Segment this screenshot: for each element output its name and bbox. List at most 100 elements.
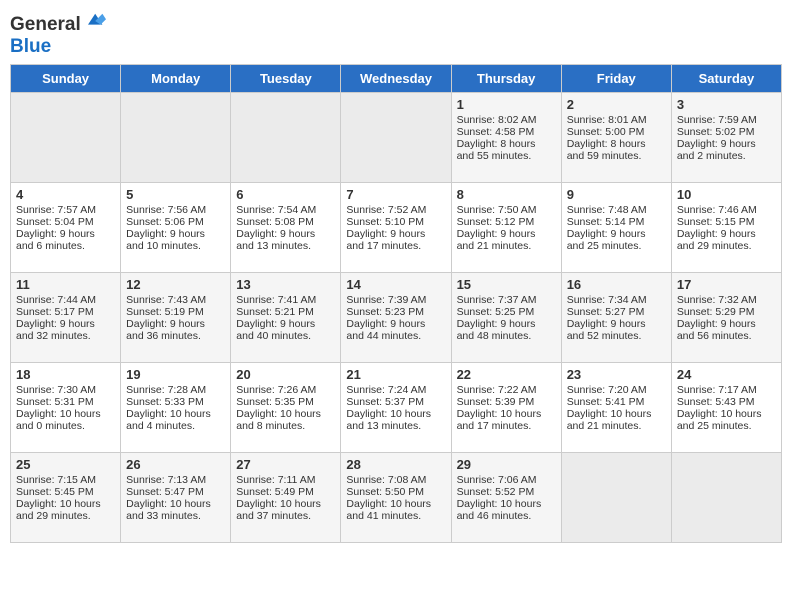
calendar-cell: 27Sunrise: 7:11 AMSunset: 5:49 PMDayligh…	[231, 452, 341, 542]
cell-info-line: Daylight: 10 hours	[236, 498, 335, 510]
cell-info-line: Sunset: 5:25 PM	[457, 306, 556, 318]
cell-info-line: Sunset: 5:43 PM	[677, 396, 776, 408]
cell-info-line: Daylight: 10 hours	[346, 408, 445, 420]
cell-info-line: Sunrise: 8:01 AM	[567, 114, 666, 126]
cell-info-line: Sunset: 5:08 PM	[236, 216, 335, 228]
cell-info-line: Sunrise: 7:24 AM	[346, 384, 445, 396]
cell-info-line: Sunrise: 7:30 AM	[16, 384, 115, 396]
cell-info-line: and 41 minutes.	[346, 510, 445, 522]
cell-info-line: Daylight: 10 hours	[126, 408, 225, 420]
date-number: 16	[567, 277, 666, 292]
calendar-cell	[11, 92, 121, 182]
cell-info-line: Sunset: 5:47 PM	[126, 486, 225, 498]
date-number: 19	[126, 367, 225, 382]
calendar-cell	[671, 452, 781, 542]
cell-info-line: Daylight: 10 hours	[126, 498, 225, 510]
calendar-cell: 25Sunrise: 7:15 AMSunset: 5:45 PMDayligh…	[11, 452, 121, 542]
cell-info-line: Daylight: 9 hours	[236, 318, 335, 330]
calendar-cell: 5Sunrise: 7:56 AMSunset: 5:06 PMDaylight…	[121, 182, 231, 272]
calendar-cell: 9Sunrise: 7:48 AMSunset: 5:14 PMDaylight…	[561, 182, 671, 272]
cell-info-line: Daylight: 10 hours	[457, 498, 556, 510]
cell-info-line: and 40 minutes.	[236, 330, 335, 342]
cell-info-line: and 25 minutes.	[677, 420, 776, 432]
cell-info-line: and 52 minutes.	[567, 330, 666, 342]
cell-info-line: Sunrise: 7:22 AM	[457, 384, 556, 396]
cell-info-line: Sunset: 5:02 PM	[677, 126, 776, 138]
calendar-cell: 22 Sunrise: 7:22 AMSunset: 5:39 PMDayligh…	[451, 362, 561, 452]
date-number: 23	[567, 367, 666, 382]
cell-info-line: and 48 minutes.	[457, 330, 556, 342]
date-number: 10	[677, 187, 776, 202]
calendar-cell: 21Sunrise: 7:24 AMSunset: 5:37 PMDayligh…	[341, 362, 451, 452]
cell-info-line: Daylight: 10 hours	[457, 408, 556, 420]
cell-info-line: Sunset: 5:10 PM	[346, 216, 445, 228]
cell-info-line: Sunrise: 7:08 AM	[346, 474, 445, 486]
cell-info-line: Sunset: 5:37 PM	[346, 396, 445, 408]
date-number: 22	[457, 367, 556, 382]
cell-info-line: Sunrise: 7:50 AM	[457, 204, 556, 216]
cell-info-line: Daylight: 8 hours	[567, 138, 666, 150]
cell-info-line: Daylight: 9 hours	[677, 228, 776, 240]
cell-info-line: and 32 minutes.	[16, 330, 115, 342]
cell-info-line: Sunset: 5:27 PM	[567, 306, 666, 318]
cell-info-line: Daylight: 9 hours	[346, 318, 445, 330]
cell-info-line: Sunrise: 7:54 AM	[236, 204, 335, 216]
day-header-saturday: Saturday	[671, 64, 781, 92]
cell-info-line: Daylight: 9 hours	[126, 318, 225, 330]
calendar-cell: 4Sunrise: 7:57 AMSunset: 5:04 PMDaylight…	[11, 182, 121, 272]
calendar-cell: 1Sunrise: 8:02 AMSunset: 4:58 PMDaylight…	[451, 92, 561, 182]
cell-info-line: and 13 minutes.	[346, 420, 445, 432]
day-header-tuesday: Tuesday	[231, 64, 341, 92]
cell-info-line: Sunrise: 7:28 AM	[126, 384, 225, 396]
date-number: 15	[457, 277, 556, 292]
date-number: 5	[126, 187, 225, 202]
cell-info-line: Sunrise: 7:15 AM	[16, 474, 115, 486]
calendar-cell: 11Sunrise: 7:44 AMSunset: 5:17 PMDayligh…	[11, 272, 121, 362]
cell-info-line: and 29 minutes.	[16, 510, 115, 522]
calendar-cell: 2Sunrise: 8:01 AMSunset: 5:00 PMDaylight…	[561, 92, 671, 182]
cell-info-line: Sunset: 5:50 PM	[346, 486, 445, 498]
cell-info-line: Daylight: 9 hours	[346, 228, 445, 240]
calendar-cell: 18Sunrise: 7:30 AMSunset: 5:31 PMDayligh…	[11, 362, 121, 452]
day-header-wednesday: Wednesday	[341, 64, 451, 92]
date-number: 4	[16, 187, 115, 202]
cell-info-line: Sunrise: 7:39 AM	[346, 294, 445, 306]
calendar-cell: 23Sunrise: 7:20 AMSunset: 5:41 PMDayligh…	[561, 362, 671, 452]
cell-info-line: and 46 minutes.	[457, 510, 556, 522]
cell-info-line: Daylight: 8 hours	[457, 138, 556, 150]
cell-info-line: and 55 minutes.	[457, 150, 556, 162]
calendar-cell	[121, 92, 231, 182]
date-number: 3	[677, 97, 776, 112]
logo-text: General	[10, 14, 106, 36]
calendar-cell: 28Sunrise: 7:08 AMSunset: 5:50 PMDayligh…	[341, 452, 451, 542]
calendar-cell: 12Sunrise: 7:43 AMSunset: 5:19 PMDayligh…	[121, 272, 231, 362]
cell-info-line: and 0 minutes.	[16, 420, 115, 432]
cell-info-line: Sunset: 5:49 PM	[236, 486, 335, 498]
cell-info-line: Sunset: 5:17 PM	[16, 306, 115, 318]
cell-info-line: and 21 minutes.	[457, 240, 556, 252]
cell-info-line: Sunset: 5:00 PM	[567, 126, 666, 138]
cell-info-line: and 25 minutes.	[567, 240, 666, 252]
calendar-cell: 6Sunrise: 7:54 AMSunset: 5:08 PMDaylight…	[231, 182, 341, 272]
date-number: 27	[236, 457, 335, 472]
day-header-monday: Monday	[121, 64, 231, 92]
cell-info-line: Sunrise: 7:59 AM	[677, 114, 776, 126]
calendar-cell: 19Sunrise: 7:28 AMSunset: 5:33 PMDayligh…	[121, 362, 231, 452]
cell-info-line: Daylight: 10 hours	[677, 408, 776, 420]
cell-info-line: and 10 minutes.	[126, 240, 225, 252]
calendar-table: SundayMondayTuesdayWednesdayThursdayFrid…	[10, 64, 782, 543]
calendar-cell: 15Sunrise: 7:37 AMSunset: 5:25 PMDayligh…	[451, 272, 561, 362]
cell-info-line: Sunrise: 7:56 AM	[126, 204, 225, 216]
cell-info-line: Sunrise: 7:41 AM	[236, 294, 335, 306]
date-number: 11	[16, 277, 115, 292]
calendar-cell	[341, 92, 451, 182]
cell-info-line: and 13 minutes.	[236, 240, 335, 252]
date-number: 7	[346, 187, 445, 202]
cell-info-line: Daylight: 9 hours	[677, 138, 776, 150]
cell-info-line: Sunset: 5:39 PM	[457, 396, 556, 408]
cell-info-line: Sunset: 5:06 PM	[126, 216, 225, 228]
cell-info-line: Sunrise: 7:43 AM	[126, 294, 225, 306]
cell-info-line: and 17 minutes.	[346, 240, 445, 252]
calendar-cell	[231, 92, 341, 182]
cell-info-line: Daylight: 9 hours	[567, 228, 666, 240]
